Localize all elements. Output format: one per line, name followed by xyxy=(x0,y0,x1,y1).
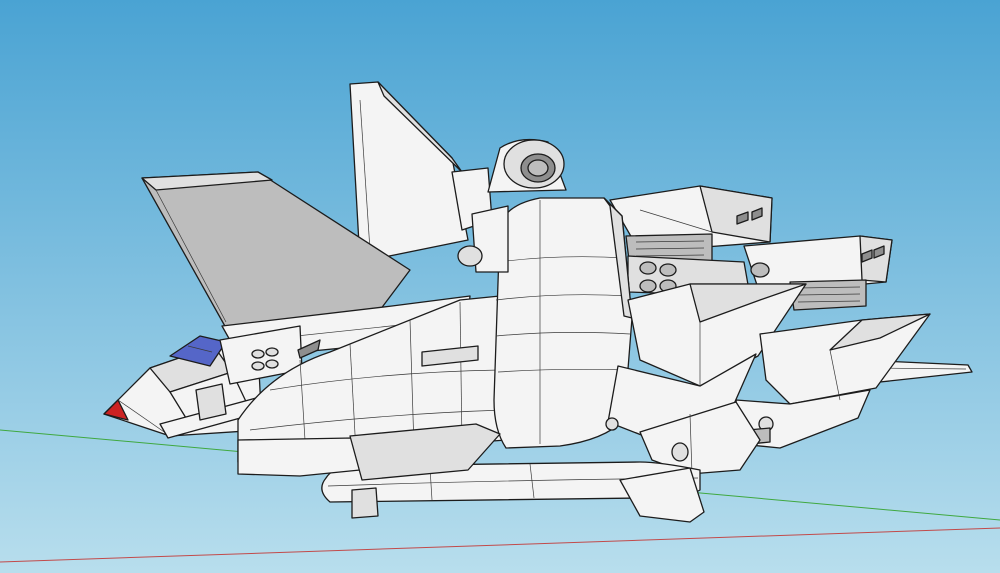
model-canvas[interactable] xyxy=(0,0,1000,573)
3d-viewport[interactable] xyxy=(0,0,1000,573)
